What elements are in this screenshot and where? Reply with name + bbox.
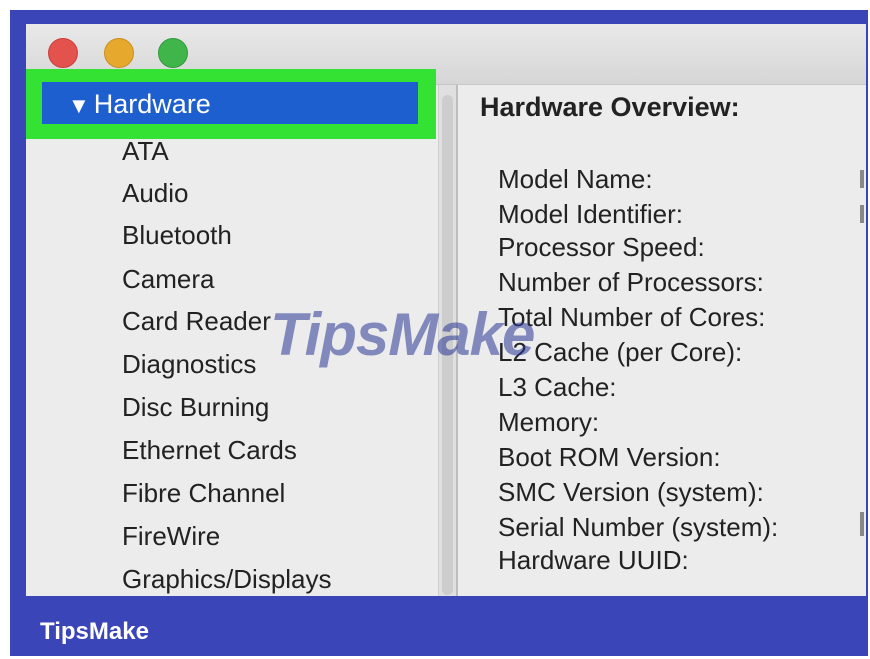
content-title: Hardware Overview: [480, 92, 740, 122]
hardware-label-text: Hardware [93, 89, 211, 119]
sidebar-item-audio[interactable]: Audio [122, 178, 189, 208]
value-cutoff-mark [860, 512, 864, 536]
spec-serial-number: Serial Number (system): [498, 512, 779, 542]
spec-memory: Memory: [498, 407, 600, 437]
sidebar-item-firewire[interactable]: FireWire [122, 521, 220, 551]
spec-smc-version: SMC Version (system): [498, 477, 764, 507]
sidebar-item-graphics-displays[interactable]: Graphics/Displays [122, 564, 332, 594]
sidebar-item-camera[interactable]: Camera [122, 264, 214, 294]
spec-l2-cache: L2 Cache (per Core): [498, 337, 743, 367]
close-button[interactable] [48, 38, 78, 68]
minimize-button[interactable] [104, 38, 134, 68]
spec-processor-speed: Processor Speed: [498, 232, 705, 262]
sidebar-item-fibre-channel[interactable]: Fibre Channel [122, 478, 285, 508]
zoom-button[interactable] [158, 38, 188, 68]
sidebar-item-card-reader[interactable]: Card Reader [122, 306, 271, 336]
value-cutoff-mark [860, 170, 864, 188]
spec-hardware-uuid: Hardware UUID: [498, 545, 689, 575]
sidebar-item-bluetooth[interactable]: Bluetooth [122, 220, 232, 250]
value-cutoff-mark [860, 205, 864, 223]
disclosure-triangle-icon[interactable]: ▼ [68, 93, 90, 118]
spec-model-name: Model Name: [498, 164, 653, 194]
watermark: TipsMake [270, 301, 535, 368]
spec-boot-rom-version: Boot ROM Version: [498, 442, 721, 472]
spec-number-of-processors: Number of Processors: [498, 267, 764, 297]
brand-label: TipsMake [40, 618, 149, 645]
spec-model-identifier: Model Identifier: [498, 199, 683, 229]
sidebar-item-hardware-label: ▼ Hardware [68, 89, 211, 121]
sidebar-item-ethernet-cards[interactable]: Ethernet Cards [122, 435, 297, 465]
sidebar-item-disc-burning[interactable]: Disc Burning [122, 392, 269, 422]
spec-total-cores: Total Number of Cores: [498, 302, 766, 332]
sidebar-item-ata[interactable]: ATA [122, 136, 169, 166]
spec-l3-cache: L3 Cache: [498, 372, 617, 402]
sidebar-item-diagnostics[interactable]: Diagnostics [122, 349, 256, 379]
